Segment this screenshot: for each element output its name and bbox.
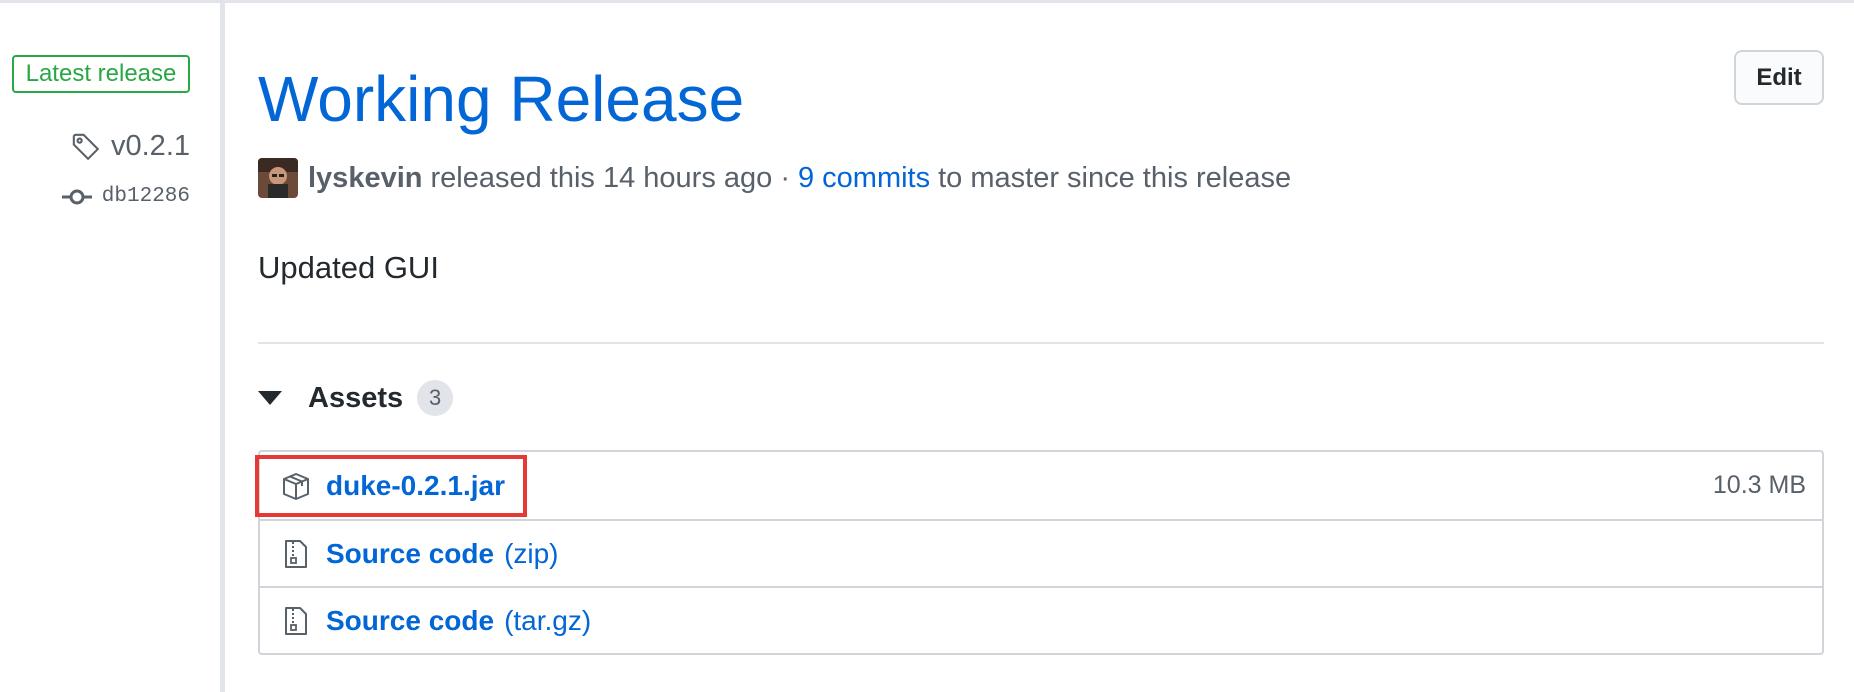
asset-name[interactable]: Source code bbox=[326, 538, 494, 570]
commits-link[interactable]: 9 commits bbox=[798, 162, 930, 195]
asset-name[interactable]: Source code bbox=[326, 605, 494, 637]
assets-label: Assets bbox=[308, 381, 404, 414]
released-text: released this 14 hours ago · bbox=[430, 161, 790, 194]
asset-list: duke-0.2.1.jar 10.3 MB Source code (zip)… bbox=[258, 450, 1824, 655]
release-page: Latest release v0.2.1 db12286 Working Re… bbox=[0, 0, 1854, 692]
tag-label: v0.2.1 bbox=[111, 130, 190, 162]
assets-toggle[interactable]: Assets 3 bbox=[258, 380, 454, 416]
release-description: Updated GUI bbox=[258, 250, 439, 285]
asset-size: 10.3 MB bbox=[1712, 471, 1806, 499]
divider bbox=[258, 342, 1824, 344]
commit-link[interactable]: db12286 bbox=[61, 185, 190, 208]
tag-icon bbox=[72, 133, 100, 160]
commits-suffix: to master since this release bbox=[938, 161, 1292, 194]
asset-row[interactable]: duke-0.2.1.jar 10.3 MB bbox=[260, 452, 1822, 519]
timeline-rule bbox=[220, 0, 225, 692]
asset-row[interactable]: Source code (tar.gz) bbox=[260, 586, 1822, 653]
package-icon bbox=[283, 472, 309, 500]
avatar[interactable] bbox=[258, 158, 298, 198]
release-byline: lyskevin released this 14 hours ago · 9 … bbox=[258, 158, 1291, 198]
assets-count-badge: 3 bbox=[417, 380, 454, 416]
commit-icon bbox=[61, 189, 92, 204]
commit-sha: db12286 bbox=[101, 185, 190, 208]
tag-link[interactable]: v0.2.1 bbox=[71, 130, 190, 163]
asset-suffix[interactable]: (tar.gz) bbox=[504, 605, 591, 637]
file-zip-icon bbox=[285, 606, 307, 635]
file-zip-icon bbox=[285, 539, 307, 568]
edit-button[interactable]: Edit bbox=[1734, 50, 1824, 105]
top-border bbox=[0, 0, 1854, 3]
caret-down-icon bbox=[258, 391, 282, 405]
author-link[interactable]: lyskevin bbox=[308, 162, 422, 195]
latest-release-badge: Latest release bbox=[12, 55, 190, 93]
release-title[interactable]: Working Release bbox=[258, 62, 744, 136]
asset-row[interactable]: Source code (zip) bbox=[260, 519, 1822, 586]
asset-name[interactable]: duke-0.2.1.jar bbox=[326, 470, 505, 502]
asset-suffix[interactable]: (zip) bbox=[504, 538, 558, 570]
